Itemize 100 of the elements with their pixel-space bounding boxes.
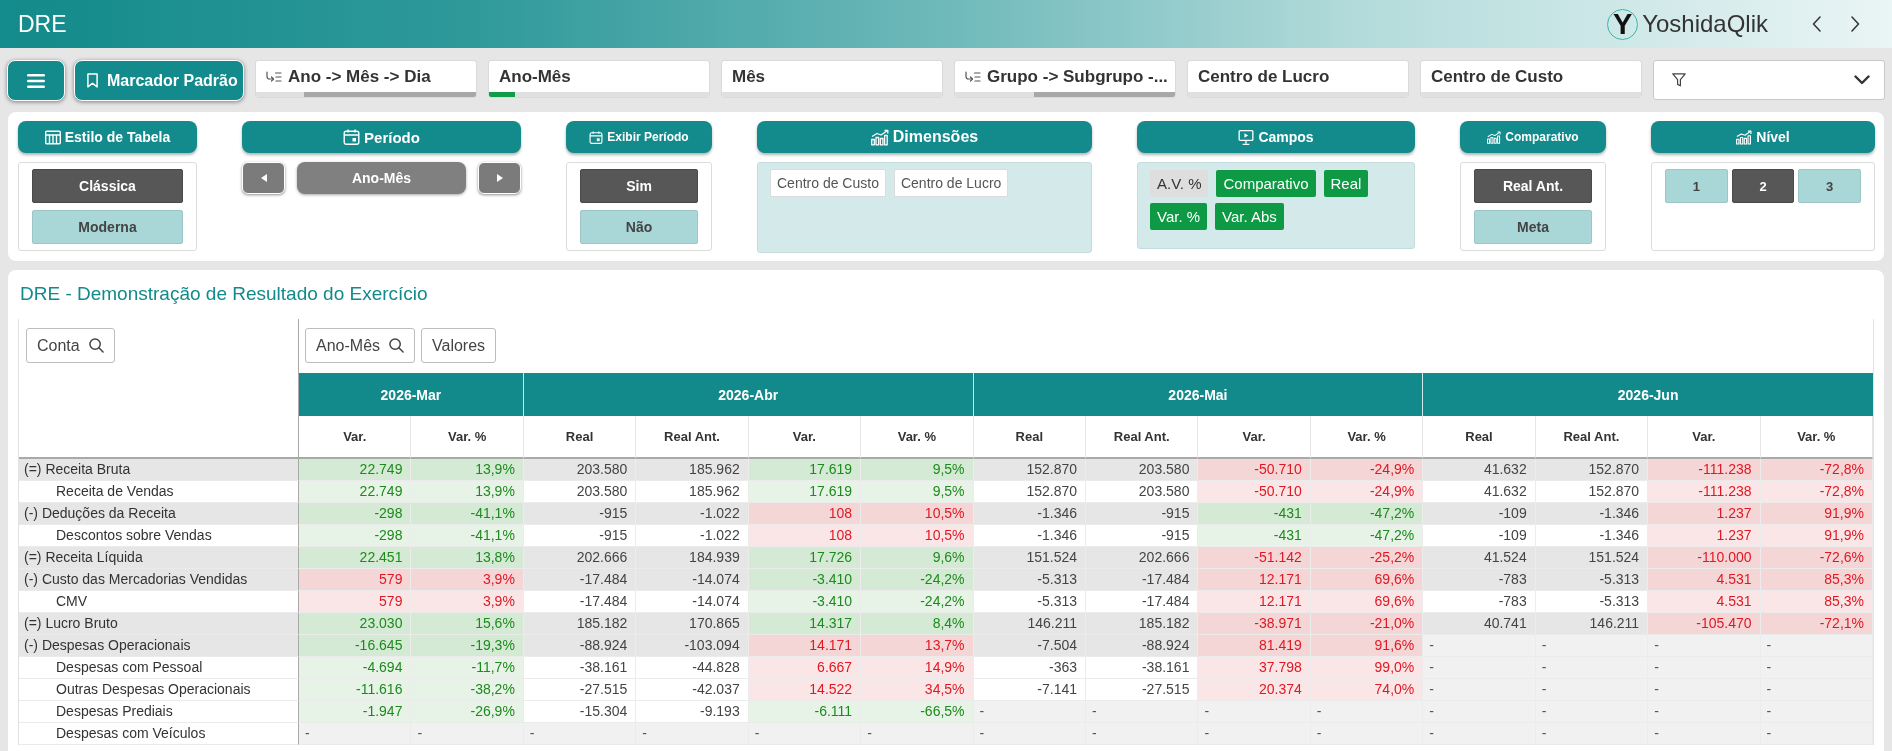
table-cell: -1.022 (636, 525, 749, 547)
filter-pane[interactable]: Centro de Custo (1420, 60, 1642, 98)
table-cell: -1.346 (973, 525, 1086, 547)
option-button[interactable]: Clássica (32, 169, 183, 203)
bookmark-button[interactable]: Marcador Padrão (74, 60, 244, 101)
option-button[interactable]: Meta (1474, 210, 1592, 244)
bookmark-icon (87, 73, 98, 88)
table-cell: -1.346 (1535, 503, 1649, 525)
monitor-play-icon (1238, 129, 1255, 145)
table-cell: 69,6% (1310, 569, 1424, 591)
app-title: DRE (18, 10, 67, 38)
triangle-right-icon (496, 174, 503, 182)
table-cell: -14.074 (636, 569, 749, 591)
row-header: (=) Lucro Bruto (19, 613, 299, 635)
table-cell: -7.504 (973, 635, 1086, 657)
table-cell: 9,5% (861, 481, 974, 503)
table-cell: - (523, 723, 637, 745)
dimension-tag[interactable]: Centro de Lucro (893, 169, 1009, 197)
previous-button[interactable] (242, 162, 285, 194)
section-title: Campos (1258, 129, 1314, 145)
table-cell: -38,2% (411, 679, 524, 701)
dimension-tag[interactable]: Centro de Custo (770, 169, 886, 197)
option-button[interactable]: Moderna (32, 210, 183, 244)
table-cell: -41,1% (411, 525, 524, 547)
field-toggle[interactable]: Var. Abs (1215, 203, 1284, 230)
level-button[interactable]: 3 (1798, 169, 1861, 203)
table-cell: 13,9% (411, 481, 524, 503)
filter-pane[interactable]: Grupo -> Subgrupo -... (954, 60, 1176, 98)
table-cell: 202.666 (523, 547, 637, 569)
table-cell: 99,0% (1310, 657, 1424, 679)
table-cell: - (1760, 635, 1873, 657)
bar-chart-icon (870, 128, 889, 146)
table-cell: - (973, 723, 1086, 745)
field-toggle[interactable]: Comparativo (1216, 170, 1316, 197)
table-cell: -105.470 (1648, 613, 1761, 635)
row-header: (=) Receita Líquida (19, 547, 299, 569)
table-cell: -915 (1086, 503, 1199, 525)
table-cell: -109 (1423, 525, 1536, 547)
table-cell: 203.580 (523, 481, 637, 503)
table-cell: 20.374 (1198, 679, 1311, 701)
table-cell: -7.141 (973, 679, 1086, 701)
level-button[interactable]: 1 (1665, 169, 1728, 203)
table-cell: - (1086, 701, 1199, 723)
level-button[interactable]: 2 (1731, 169, 1795, 203)
table-cell: -21,0% (1310, 613, 1424, 635)
table-cell: -363 (973, 657, 1086, 679)
option-button[interactable]: Real Ant. (1474, 169, 1592, 203)
table-cell: 13,7% (861, 635, 974, 657)
table-cell: 203.580 (1086, 481, 1199, 503)
table-cell: 12.171 (1198, 569, 1311, 591)
next-button[interactable] (478, 162, 521, 194)
table-cell: - (1760, 657, 1873, 679)
table-cell: -47,2% (1310, 503, 1424, 525)
table-cell: 3,9% (411, 569, 524, 591)
field-toggle[interactable]: Var. % (1150, 203, 1208, 230)
field-button[interactable]: Valores (421, 328, 497, 363)
chevron-right-icon[interactable] (1851, 16, 1860, 32)
filter-pane[interactable]: Centro de Lucro (1187, 60, 1409, 98)
period-selector[interactable]: Ano-Mês (297, 162, 466, 194)
table-cell: 22.451 (299, 547, 412, 569)
option-button[interactable]: Não (580, 210, 698, 244)
table-cell: 4.531 (1648, 591, 1761, 613)
table-cell: -47,2% (1310, 525, 1424, 547)
menu-button[interactable] (7, 60, 65, 101)
table-cell: -72,6% (1760, 547, 1873, 569)
table-cell: -915 (523, 503, 637, 525)
table-cell: 3,9% (411, 591, 524, 613)
table-cell: - (1648, 657, 1761, 679)
table-cell: -72,8% (1760, 481, 1873, 503)
field-toggle[interactable]: Real (1323, 170, 1369, 197)
table-cell: -298 (299, 503, 412, 525)
row-header: Outras Despesas Operacionais (19, 679, 299, 701)
field-toggle[interactable]: A.V. % (1150, 170, 1209, 197)
filter-pane[interactable]: Ano-Mês (488, 60, 710, 98)
table-cell: - (1648, 635, 1761, 657)
table-cell: -38.971 (1198, 613, 1311, 635)
table-cell: - (1760, 701, 1873, 723)
table-cell: - (1086, 723, 1199, 745)
table-cell: 203.580 (523, 459, 637, 481)
funnel-icon (1672, 73, 1686, 87)
bar-chart-icon (1487, 130, 1502, 144)
table-cell: -26,9% (411, 701, 524, 723)
table-cell: 37.798 (1198, 657, 1311, 679)
row-header: Despesas com Pessoal (19, 657, 299, 679)
table-cell: -103.094 (636, 635, 749, 657)
field-button[interactable]: Ano-Mês (305, 328, 416, 363)
field-button[interactable]: Conta (26, 328, 115, 363)
table-cell: -24,2% (861, 569, 974, 591)
filter-pane[interactable]: Ano -> Mês -> Dia (255, 60, 477, 98)
filter-pane[interactable]: Mês (721, 60, 943, 98)
table-cell: -50.710 (1198, 459, 1311, 481)
chevron-left-icon[interactable] (1812, 16, 1821, 32)
table-cell: -50.710 (1198, 481, 1311, 503)
table-cell: -44.828 (636, 657, 749, 679)
table-cell: -24,2% (861, 591, 974, 613)
table-cell: - (748, 723, 862, 745)
table-cell: 10,5% (861, 503, 974, 525)
table-cell: -72,8% (1760, 459, 1873, 481)
row-header: (-) Despesas Operacionais (19, 635, 299, 657)
option-button[interactable]: Sim (580, 169, 698, 203)
